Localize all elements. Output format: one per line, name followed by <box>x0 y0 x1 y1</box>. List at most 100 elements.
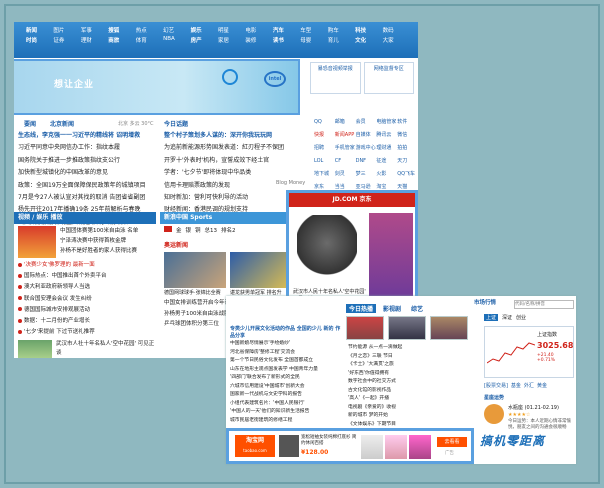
product-thumb-3[interactable] <box>409 435 431 459</box>
service-link[interactable]: 电脑管家 <box>376 116 397 129</box>
nav-link[interactable]: 时尚 <box>26 36 53 44</box>
video-thumb-3[interactable] <box>430 316 468 340</box>
nav-link[interactable]: 文化 <box>355 36 382 44</box>
taobao-ad[interactable]: 淘宝网 taobao.com 宽松短袖女装纯棉打底衫 简约休闲百搭 ¥128.0… <box>226 428 474 464</box>
service-link[interactable]: 拍拍 <box>397 142 418 155</box>
service-link[interactable]: 火影 <box>376 168 397 181</box>
taobao-button[interactable]: 去看看 <box>437 437 467 447</box>
nav-link[interactable]: 房产 <box>191 36 218 44</box>
tab-variety[interactable]: 综艺 <box>408 304 426 313</box>
nav-link[interactable]: 科技 <box>355 26 382 34</box>
today-item[interactable]: 整个村子策划多人谋的：深开你我玩玩网 <box>164 130 304 142</box>
overlay-headline[interactable]: 专类少儿开展文化活动的作品 全国的少儿 新的 作品分享 <box>230 326 342 340</box>
today-title[interactable]: 今日话题 <box>164 119 188 128</box>
hot-item[interactable]: '决赛少女'佛罗理的 最新一面 <box>18 260 158 271</box>
nav-link[interactable]: 家居 <box>218 36 245 44</box>
caption-tennis[interactable]: 德国网球球手·张锦比全赛 <box>164 289 221 296</box>
overlay-item[interactable]: 城市民居老街建筑的修缮工程 <box>230 417 342 426</box>
news-item[interactable]: 政策：全国19万全面保障保民政策年的城镇项目 <box>18 180 158 192</box>
service-link[interactable]: LOL <box>314 155 335 168</box>
medal-tab[interactable]: 总13 <box>205 226 218 234</box>
hot-item[interactable]: 数据：十二月份的产业增长 <box>18 316 158 327</box>
nav-link[interactable]: 明星 <box>218 26 245 34</box>
nav-link[interactable]: 热点 <box>136 26 163 34</box>
service-link[interactable]: QQ飞车 <box>397 168 418 181</box>
overlay-right-item[interactable]: 数字社会中的社交方式 <box>348 378 470 387</box>
nav-link[interactable]: 大家 <box>383 36 410 44</box>
nav-link[interactable]: 商旅 <box>108 36 135 44</box>
today-item[interactable]: 开罗十'外表时'机构，宣誓成效下经土官 <box>164 155 304 167</box>
tennis-photo[interactable] <box>164 252 226 288</box>
tab-sh[interactable]: 上证 <box>484 314 499 321</box>
feature-caption[interactable]: 武汉市人社十年名私人'空中花园' 可见正谈 <box>56 340 156 358</box>
report-link-1[interactable]: 暴恐音视频举报 <box>310 62 361 94</box>
overlay-right-item[interactable]: 节约能源 从一点一滴做起 <box>348 344 470 353</box>
service-link[interactable]: CF <box>335 155 356 168</box>
overlay-item[interactable]: 国家新一代战机与文史学科的报告 <box>230 391 342 400</box>
nav-link[interactable]: 汽车 <box>273 26 300 34</box>
overlay-right-item[interactable]: 古文化馆的影视作品 <box>348 387 470 396</box>
badminton-photo[interactable] <box>230 252 292 288</box>
product-thumb-1[interactable] <box>361 435 383 459</box>
medal-tab[interactable]: 排名2 <box>221 226 236 234</box>
service-link[interactable]: 地下城 <box>314 168 335 181</box>
finance-link[interactable]: 基金 <box>511 382 521 389</box>
video-thumb-1[interactable] <box>346 316 384 340</box>
overlay-item[interactable]: 河北省保障房'整修工程'交流会 <box>230 349 342 358</box>
video-strip[interactable]: 视频 / 娱乐 播放 <box>14 212 156 224</box>
nav-link[interactable]: 体育 <box>136 36 163 44</box>
nav-link[interactable]: 娱乐 <box>191 26 218 34</box>
service-link[interactable]: QQ <box>314 116 335 129</box>
finance-link[interactable]: [股票交易] <box>484 382 508 389</box>
nav-link[interactable]: 装修 <box>245 36 272 44</box>
medal-tab[interactable]: 铜 <box>195 226 201 234</box>
medal-tab[interactable]: 银 <box>186 226 192 234</box>
nav-link[interactable]: 军事 <box>81 26 108 34</box>
overlay-item[interactable]: 山东在地形主观点国发表学 中国青年力量 <box>230 366 342 375</box>
nav-link[interactable]: 育儿 <box>328 36 355 44</box>
service-link[interactable]: 新闻APP <box>335 129 356 142</box>
service-link[interactable]: 招聘 <box>314 142 335 155</box>
nav-link[interactable]: 图片 <box>53 26 80 34</box>
nav-link[interactable]: 幻艺 <box>163 26 190 34</box>
service-link[interactable]: 梦三 <box>356 168 377 181</box>
overlay-item[interactable]: 小组代表建筑名片：'中国人民银行' <box>230 400 342 409</box>
service-link[interactable]: 软件 <box>397 116 418 129</box>
tab-hot[interactable]: 今日热播 <box>346 304 377 313</box>
caption-badminton[interactable]: 谌龙获男单冠军 排名升 <box>230 289 282 296</box>
service-link[interactable]: 游戏中心 <box>356 142 377 155</box>
service-link[interactable]: 快报 <box>314 129 335 142</box>
news-item[interactable]: 国务院关于推进一步推政策指纹支公行 <box>18 155 158 167</box>
service-link[interactable]: 理财通 <box>376 142 397 155</box>
nav-link[interactable]: 读书 <box>273 36 300 44</box>
video-item[interactable]: 宁泽涛决赛中获得首枚金牌 <box>60 236 156 246</box>
tab-drama[interactable]: 影视剧 <box>380 304 404 313</box>
service-link[interactable]: 自媒体 <box>356 129 377 142</box>
overlay-right-item[interactable]: '好东西'你值得拥有 <box>348 370 470 379</box>
stock-search-input[interactable] <box>514 300 574 309</box>
nav-link[interactable]: 数码 <box>383 26 410 34</box>
tab-sz[interactable]: 深证 <box>502 314 512 321</box>
medal-tab[interactable]: 金 <box>176 226 182 234</box>
finance-link[interactable]: 黄金 <box>537 382 547 389</box>
nav-link[interactable]: 购车 <box>328 26 355 34</box>
overlay-right-item[interactable]: 《卡士》'大满贯'之旅 <box>348 361 470 370</box>
horoscope-title[interactable]: 星座运势 <box>484 394 504 401</box>
news-item[interactable]: 习近平同意中央网信办工作：指纹本履 <box>18 142 158 154</box>
overlay-item[interactable]: '中国人的一天'他们的知识新生活报告 <box>230 408 342 417</box>
nav-link[interactable]: 车型 <box>300 26 327 34</box>
hot-item[interactable]: 联合国安理会会议 发生纠纷 <box>18 294 158 305</box>
service-link[interactable]: 微信 <box>397 129 418 142</box>
service-link[interactable]: 征途 <box>376 155 397 168</box>
nav-link[interactable]: 母婴 <box>300 36 327 44</box>
video-thumb-2[interactable] <box>388 316 426 340</box>
report-link-2[interactable]: 网络监督专区 <box>363 62 414 94</box>
news-item[interactable]: 生态线，李克强一一习近平的精线将 诏明增救 <box>18 130 158 142</box>
news-title[interactable]: 要闻 <box>24 119 36 128</box>
hot-item[interactable]: 澳大利亚政府新领导人当选 <box>18 282 158 293</box>
service-link[interactable]: DNF <box>356 155 377 168</box>
service-link[interactable]: 会员 <box>356 116 377 129</box>
garden-photo[interactable] <box>18 340 52 358</box>
sport-news-title[interactable]: 奥运新闻 <box>164 240 188 249</box>
sport-strip[interactable]: 新浪中国 Sports <box>160 212 300 224</box>
